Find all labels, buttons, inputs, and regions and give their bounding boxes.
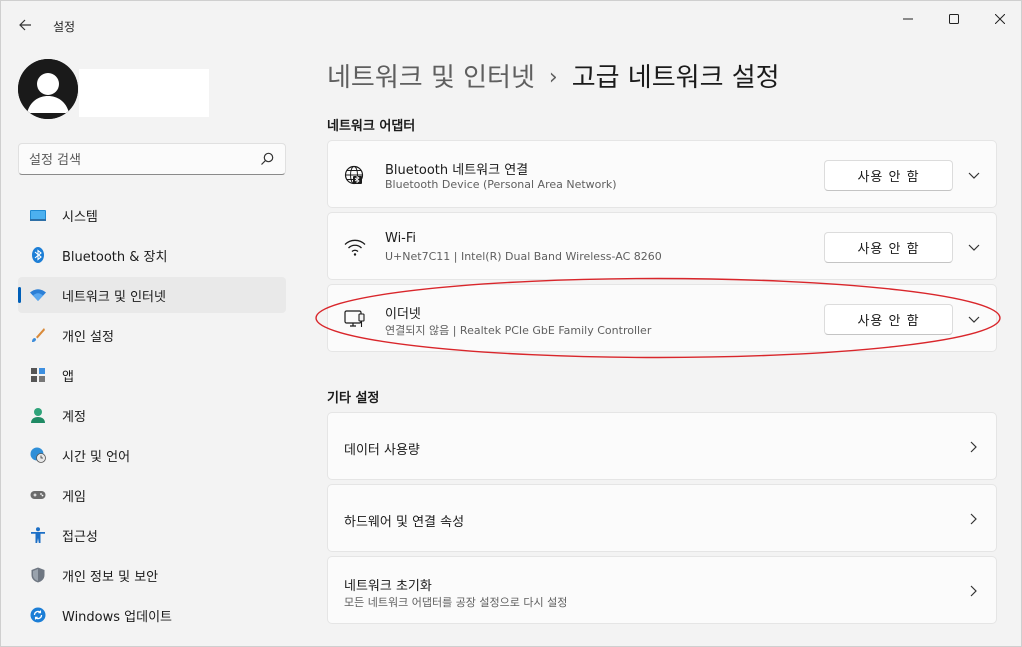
adapter-card-ethernet[interactable]: 이더넷 연결되지 않음 | Realtek PCIe GbE Family Co… [327,284,997,352]
chevron-down-icon[interactable] [966,167,982,183]
sidebar-item-label: 접근성 [62,529,98,545]
chevron-right-icon [970,441,977,453]
section-heading-adapters: 네트워크 어댑터 [327,119,416,134]
sidebar-item-system[interactable]: 시스템 [18,197,286,233]
link-title: 데이터 사용량 [344,443,420,458]
link-card-hardware-properties[interactable]: 하드웨어 및 연결 속성 [327,484,997,552]
adapter-name: Bluetooth 네트워크 연결 [385,163,529,178]
sidebar-item-accessibility[interactable]: 접근성 [18,517,286,553]
link-card-data-usage[interactable]: 데이터 사용량 [327,412,997,480]
sidebar-item-personalization[interactable]: 개인 설정 [18,317,286,353]
section-heading-other: 기타 설정 [327,391,380,406]
sidebar-item-label: 시스템 [62,209,98,225]
close-icon [995,14,1005,24]
update-icon [30,607,46,623]
minimize-button[interactable] [885,5,931,33]
profile-name-redacted [79,69,209,117]
sidebar-item-label: 계정 [62,409,86,425]
adapter-card-wifi[interactable]: Wi-Fi U+Net7C11 | Intel(R) Dual Band Wir… [327,212,997,280]
settings-window: 설정 시스템 Bluetoot [0,0,1022,647]
link-description: 모든 네트워크 어댑터를 공장 설정으로 다시 설정 [344,596,568,609]
chevron-down-icon[interactable] [966,239,982,255]
bluetooth-icon [32,247,44,263]
sidebar-item-windows-update[interactable]: Windows 업데이트 [18,597,286,633]
gamepad-icon [30,491,46,499]
sidebar-nav: 시스템 Bluetooth & 장치 네트워크 및 인터넷 개인 설정 앱 계정… [18,197,286,637]
accessibility-icon [31,527,45,543]
bluetooth-network-icon [344,165,364,185]
window-title: 설정 [53,20,76,34]
sidebar-item-time-language[interactable]: 시간 및 언어 [18,437,286,473]
wifi-icon [30,289,46,301]
sidebar-item-gaming[interactable]: 게임 [18,477,286,513]
sidebar-item-privacy[interactable]: 개인 정보 및 보안 [18,557,286,593]
link-title: 네트워크 초기화 [344,579,432,594]
sidebar-item-label: Windows 업데이트 [62,609,173,625]
back-button[interactable] [11,11,39,39]
adapter-name: Wi-Fi [385,231,417,246]
link-title: 하드웨어 및 연결 속성 [344,515,465,530]
account-icon [31,408,45,423]
link-card-network-reset[interactable]: 네트워크 초기화 모든 네트워크 어댑터를 공장 설정으로 다시 설정 [327,556,997,624]
maximize-icon [949,14,959,24]
breadcrumb: 네트워크 및 인터넷 › 고급 네트워크 설정 [327,57,780,94]
adapter-card-bluetooth[interactable]: Bluetooth 네트워크 연결 Bluetooth Device (Pers… [327,140,997,208]
minimize-icon [903,18,913,20]
adapter-name: 이더넷 [385,307,421,322]
sidebar-item-label: 네트워크 및 인터넷 [62,289,166,305]
maximize-button[interactable] [931,5,977,33]
close-button[interactable] [977,5,1021,33]
disable-button[interactable]: 사용 안 함 [824,304,953,335]
breadcrumb-parent-link[interactable]: 네트워크 및 인터넷 [327,63,535,93]
sidebar-item-label: 개인 정보 및 보안 [62,569,159,585]
disable-button[interactable]: 사용 안 함 [824,232,953,263]
title-bar: 설정 [1,1,1021,49]
page-title: 고급 네트워크 설정 [571,63,780,93]
sidebar-item-apps[interactable]: 앱 [18,357,286,393]
sidebar-item-label: Bluetooth & 장치 [62,249,168,265]
user-avatar-icon [18,59,78,119]
brush-icon [32,328,45,342]
sidebar-item-accounts[interactable]: 계정 [18,397,286,433]
avatar[interactable] [18,59,78,119]
sidebar-item-label: 개인 설정 [62,329,114,345]
system-icon [30,210,46,221]
chevron-right-icon [970,513,977,525]
wifi-icon [344,239,366,256]
sidebar-item-label: 게임 [62,489,86,505]
adapter-description: U+Net7C11 | Intel(R) Dual Band Wireless-… [385,250,662,263]
breadcrumb-separator: › [548,65,558,90]
apps-icon [31,368,45,382]
sidebar-item-label: 앱 [62,369,74,385]
disable-button[interactable]: 사용 안 함 [824,160,953,191]
shield-icon [31,567,45,583]
sidebar-item-network[interactable]: 네트워크 및 인터넷 [18,277,286,313]
search-input[interactable] [29,150,259,170]
globe-clock-icon [30,447,46,463]
search-box[interactable] [18,143,286,175]
chevron-down-icon[interactable] [966,311,982,327]
sidebar-item-label: 시간 및 언어 [62,449,131,465]
sidebar-item-bluetooth[interactable]: Bluetooth & 장치 [18,237,286,273]
search-icon[interactable] [259,151,275,167]
adapter-description: Bluetooth Device (Personal Area Network) [385,178,617,191]
adapter-description: 연결되지 않음 | Realtek PCIe GbE Family Contro… [385,324,652,337]
back-arrow-icon [19,19,31,31]
chevron-right-icon [970,585,977,597]
ethernet-icon [344,310,365,327]
